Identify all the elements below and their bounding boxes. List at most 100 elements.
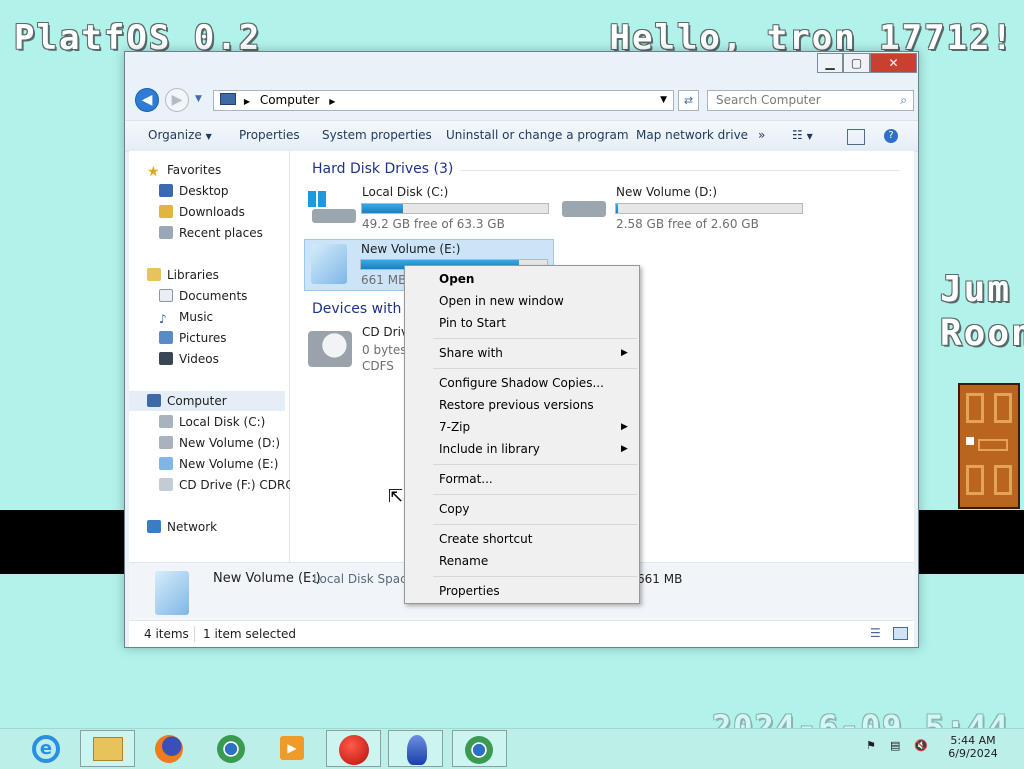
cd-drive-icon [159, 478, 173, 491]
address-dropdown-icon[interactable]: ▼ [660, 91, 667, 110]
downloads-icon [159, 205, 173, 218]
sidebar-item-label: Pictures [179, 331, 227, 345]
desktop-icon [159, 184, 173, 197]
properties-button[interactable]: Properties [239, 128, 300, 142]
sidebar-libraries[interactable]: Libraries [147, 265, 307, 285]
forward-button[interactable]: ▶ [165, 88, 189, 112]
jump-room-label: Jum Roon [940, 268, 1024, 356]
context-menu: Open Open in new window Pin to Start Sha… [404, 265, 640, 604]
clock-date: 6/9/2024 [948, 747, 998, 760]
submenu-arrow-icon: ▶ [621, 422, 628, 432]
drive-usage-bar [361, 203, 549, 214]
sidebar-item-label: New Volume (E:) [179, 457, 279, 471]
menu-item-share-with[interactable]: Share with [439, 346, 503, 360]
command-bar: Organize ▼ Properties System properties … [125, 120, 918, 152]
favorites-label: Favorites [167, 163, 222, 177]
chrome-icon[interactable] [205, 730, 260, 767]
navigation-pane: ★ Favorites Desktop Downloads Recent plac… [129, 151, 305, 562]
preview-pane-icon[interactable] [847, 129, 865, 145]
details-name: New Volume (E:) [213, 571, 321, 586]
address-bar[interactable]: ▶ Computer ▶ ▼ [213, 90, 674, 111]
sidebar-item-label: Downloads [179, 205, 245, 219]
menu-item-7zip[interactable]: 7-Zip [439, 420, 470, 434]
minimize-button[interactable]: ▁ [817, 53, 843, 73]
sidebar-network[interactable]: Network [147, 517, 307, 537]
navigation-bar: ◀ ▶ ▼ ▶ Computer ▶ ▼ ⇄ Search Computer ⌕ [125, 82, 918, 118]
details-view-icon[interactable]: ☰ [870, 626, 881, 640]
map-network-drive-button[interactable]: Map network drive [636, 128, 748, 142]
menu-item-format[interactable]: Format... [439, 472, 493, 486]
action-center-flag-icon[interactable]: ⚑ [866, 739, 876, 752]
computer-icon [220, 93, 236, 105]
drive-free-space: 49.2 GB free of 63.3 GB [362, 217, 505, 231]
sidebar-computer[interactable]: Computer [129, 391, 285, 411]
media-player-icon[interactable]: ▶ [266, 730, 321, 767]
pictures-icon [159, 331, 173, 344]
volume-muted-icon[interactable]: 🔇 [914, 739, 928, 752]
sidebar-item-label: Documents [179, 289, 248, 303]
search-input[interactable]: Search Computer ⌕ [707, 90, 914, 111]
status-bar: 4 items 1 item selected ☰ [129, 620, 914, 647]
record-icon[interactable] [326, 730, 381, 767]
breadcrumb-arrow-icon[interactable]: ▶ [329, 97, 335, 106]
jump-label-line1: Jum [940, 269, 1012, 310]
cd-drive-icon [308, 331, 352, 367]
drive-item-d[interactable]: New Volume (D:) 2.58 GB free of 2.60 GB [558, 183, 808, 233]
menu-item-include-in-library[interactable]: Include in library [439, 442, 540, 456]
breadcrumb-arrow-icon[interactable]: ▶ [244, 97, 250, 106]
network-icon [147, 520, 161, 533]
app-icon[interactable] [388, 730, 443, 767]
status-divider [194, 626, 195, 642]
menu-item-restore-previous-versions[interactable]: Restore previous versions [439, 398, 594, 412]
clock[interactable]: 5:44 AM 6/9/2024 [938, 734, 1008, 760]
uninstall-program-button[interactable]: Uninstall or change a program [446, 128, 629, 142]
system-properties-button[interactable]: System properties [322, 128, 432, 142]
details-type: Local Disk Space [313, 572, 415, 586]
door-icon[interactable] [958, 383, 1020, 509]
large-icons-view-icon[interactable] [893, 627, 908, 640]
menu-item-open[interactable]: Open [439, 272, 474, 286]
recent-places-icon [159, 226, 173, 239]
details-size: 661 MB [637, 572, 683, 586]
back-button[interactable]: ◀ [135, 88, 159, 112]
maximize-button[interactable]: ▢ [843, 53, 870, 73]
more-commands-button[interactable]: » [758, 128, 765, 142]
recent-locations-button[interactable]: ▼ [195, 94, 202, 104]
group-header-hdd[interactable]: Hard Disk Drives (3) [312, 161, 453, 177]
sidebar-item-label: Music [179, 310, 214, 324]
help-icon[interactable]: ? [884, 129, 898, 143]
ie-icon[interactable]: e [20, 730, 75, 767]
breadcrumb-computer[interactable]: Computer [260, 93, 320, 107]
menu-item-create-shortcut[interactable]: Create shortcut [439, 532, 532, 546]
sidebar-favorites[interactable]: ★ Favorites [147, 160, 307, 180]
clock-time: 5:44 AM [950, 734, 996, 747]
explorer-icon[interactable] [80, 730, 135, 767]
documents-icon [159, 289, 173, 302]
drive-usage-bar [615, 203, 803, 214]
firefox-icon[interactable] [143, 730, 198, 767]
network-label: Network [167, 520, 218, 534]
menu-item-configure-shadow-copies[interactable]: Configure Shadow Copies... [439, 376, 604, 390]
search-placeholder: Search Computer [716, 93, 821, 107]
browser-icon[interactable] [452, 730, 507, 767]
network-tray-icon[interactable]: ▤ [890, 739, 900, 752]
item-count: 4 items [144, 627, 189, 641]
menu-separator [433, 524, 637, 525]
refresh-button[interactable]: ⇄ [678, 90, 699, 111]
drive-icon [159, 415, 173, 428]
menu-separator [433, 494, 637, 495]
menu-item-rename[interactable]: Rename [439, 554, 488, 568]
menu-item-copy[interactable]: Copy [439, 502, 469, 516]
sidebar-item-label: New Volume (D:) [179, 436, 281, 450]
organize-button[interactable]: Organize ▼ [148, 128, 212, 142]
close-button[interactable]: ✕ [870, 53, 917, 73]
submenu-arrow-icon: ▶ [621, 444, 628, 454]
sidebar-item-label: Videos [179, 352, 219, 366]
taskbar: e ▶ ⚑ ▤ 🔇 5:44 AM 6/9/2024 [0, 728, 1024, 769]
change-view-icon[interactable]: ☷ ▼ [792, 128, 813, 142]
menu-item-pin-to-start[interactable]: Pin to Start [439, 316, 506, 330]
menu-item-properties[interactable]: Properties [439, 584, 500, 598]
drive-item-c[interactable]: Local Disk (C:) 49.2 GB free of 63.3 GB [304, 183, 554, 233]
sidebar-item-label: Desktop [179, 184, 229, 198]
menu-item-open-new-window[interactable]: Open in new window [439, 294, 564, 308]
